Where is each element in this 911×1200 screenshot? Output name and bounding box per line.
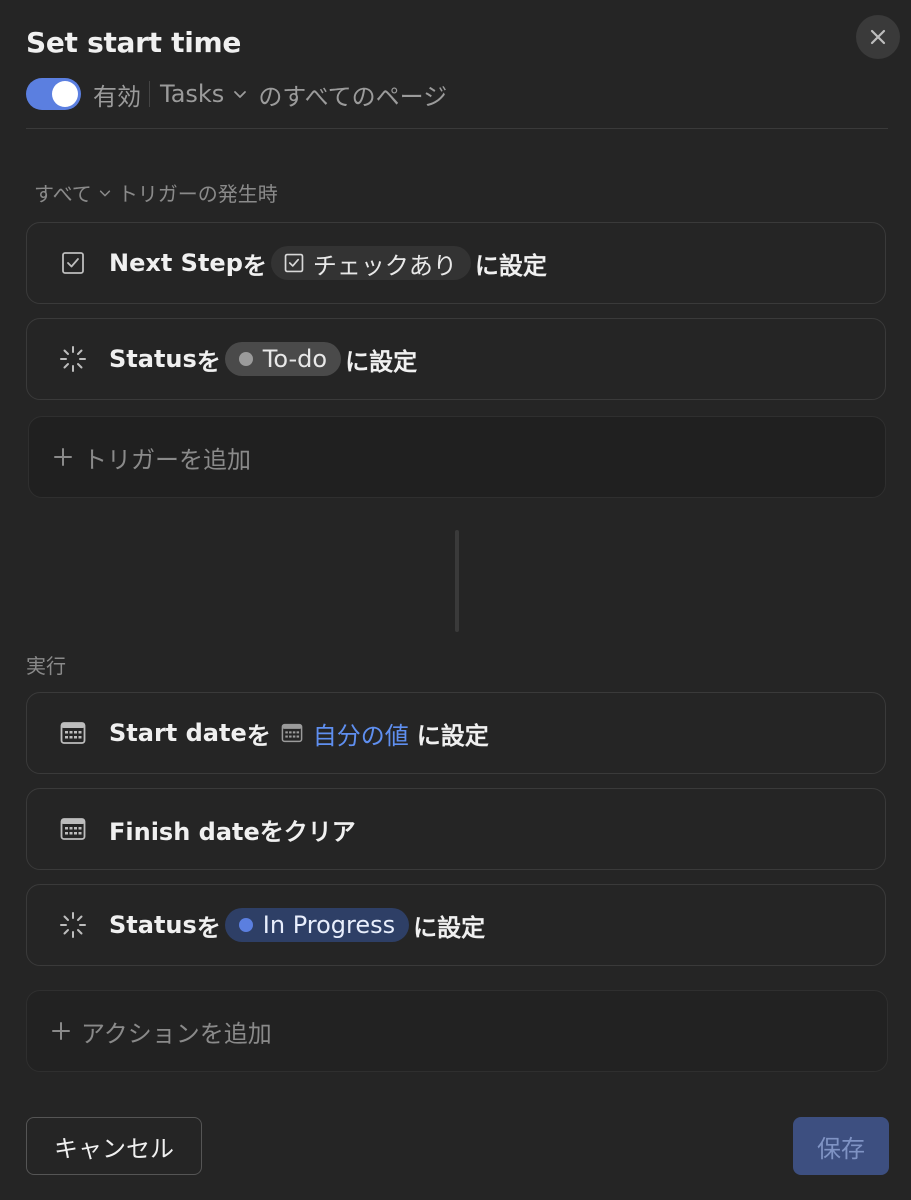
trigger-card-status[interactable]: Status を To-do に設定 xyxy=(26,318,886,400)
value-label: 自分の値 xyxy=(312,721,409,750)
action-property: Status xyxy=(109,911,197,939)
automation-scope-row: 有効 Tasks のすべてのページ xyxy=(26,76,447,112)
add-action-button[interactable]: アクションを追加 xyxy=(26,990,888,1072)
date-value-chip[interactable]: 自分の値 xyxy=(281,716,409,751)
plus-icon xyxy=(49,1019,73,1043)
flow-connector-line xyxy=(455,530,459,632)
status-value-pill[interactable]: To-do xyxy=(224,342,342,376)
trigger-suffix: に設定 xyxy=(345,347,418,376)
trigger-mode[interactable]: すべて xyxy=(34,178,92,207)
status-dot xyxy=(238,918,253,932)
chevron-down-icon[interactable] xyxy=(98,186,112,200)
action-particle: を xyxy=(196,913,221,942)
trigger-section-suffix: トリガーの発生時 xyxy=(117,182,278,206)
database-select[interactable]: Tasks xyxy=(160,80,258,108)
status-spinner-icon xyxy=(59,345,87,373)
header-divider xyxy=(26,128,888,129)
action-card-status[interactable]: Status を In Progress に設定 xyxy=(26,884,886,966)
status-dot xyxy=(238,352,253,366)
action-section-label: 実行 xyxy=(26,654,66,678)
enabled-toggle[interactable] xyxy=(26,78,81,110)
enabled-label: 有効 xyxy=(93,82,141,111)
trigger-property: Next Step xyxy=(109,249,243,277)
scope-suffix: のすべてのページ xyxy=(258,82,448,111)
close-icon xyxy=(870,29,886,45)
action-card-start-date[interactable]: Start date を 自分の値 に設定 xyxy=(26,692,886,774)
divider xyxy=(149,81,150,107)
action-suffix: に設定 xyxy=(413,913,486,942)
save-button[interactable]: 保存 xyxy=(793,1117,889,1175)
trigger-section-label: すべて トリガーの発生時 xyxy=(34,178,278,207)
action-card-finish-date[interactable]: Finish dateをクリア xyxy=(26,788,886,870)
checked-value-pill[interactable]: チェックあり xyxy=(270,246,471,280)
status-spinner-icon xyxy=(59,911,87,939)
action-text: Finish dateをクリア xyxy=(109,817,356,846)
chevron-down-icon xyxy=(232,86,248,102)
add-trigger-button[interactable]: トリガーを追加 xyxy=(28,416,886,498)
add-trigger-label: トリガーを追加 xyxy=(83,445,251,474)
pill-label: To-do xyxy=(262,345,328,373)
automation-dialog: Set start time 有効 Tasks のすべてのページ すべて トリガ… xyxy=(0,0,911,1200)
plus-icon xyxy=(51,445,75,469)
trigger-particle: を xyxy=(242,251,267,280)
close-button[interactable] xyxy=(856,15,900,59)
dialog-title: Set start time xyxy=(26,26,242,59)
trigger-suffix: に設定 xyxy=(474,251,547,280)
status-value-pill[interactable]: In Progress xyxy=(224,908,410,942)
cancel-button[interactable]: キャンセル xyxy=(26,1117,202,1175)
pill-label: チェックあり xyxy=(312,251,457,280)
calendar-icon xyxy=(59,719,87,747)
calendar-icon xyxy=(59,815,87,843)
toggle-knob xyxy=(52,81,78,107)
trigger-particle: を xyxy=(196,347,221,376)
trigger-card-next-step[interactable]: Next Step を チェックあり に設定 xyxy=(26,222,886,304)
database-name: Tasks xyxy=(160,80,225,108)
action-particle: を xyxy=(246,721,271,750)
pill-label: In Progress xyxy=(262,911,396,939)
checkbox-icon xyxy=(284,253,304,273)
trigger-property: Status xyxy=(109,345,197,373)
action-suffix: に設定 xyxy=(416,721,489,750)
action-property: Start date xyxy=(109,719,247,747)
calendar-icon xyxy=(281,723,303,743)
add-action-label: アクションを追加 xyxy=(81,1019,272,1048)
checkbox-icon xyxy=(59,249,87,277)
